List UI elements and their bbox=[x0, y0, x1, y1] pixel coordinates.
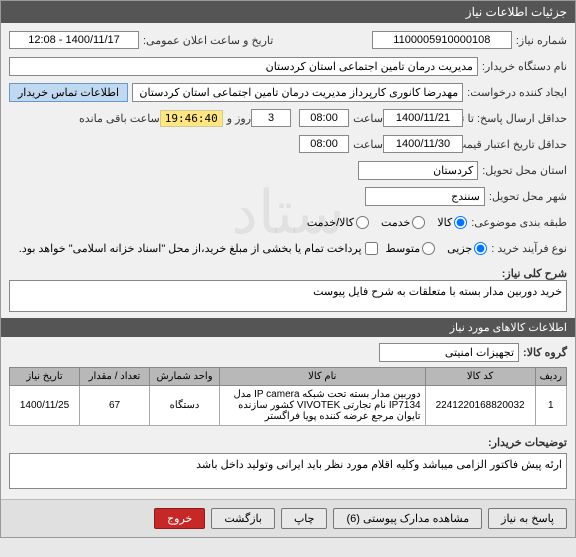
cell-qty: 67 bbox=[80, 386, 150, 426]
classify-radio-group: کالا خدمت کالا/خدمت bbox=[307, 216, 467, 229]
exit-button[interactable]: خروج bbox=[154, 508, 205, 529]
table-header-row: ردیف کد کالا نام کالا واحد شمارش تعداد /… bbox=[10, 368, 567, 386]
desc-text: خرید دوربین مدار بسته با متعلقات به شرح … bbox=[9, 280, 567, 312]
payment-checkbox-input[interactable] bbox=[365, 242, 378, 255]
col-date: تاریخ نیاز bbox=[10, 368, 80, 386]
deadline-date-field: 1400/11/21 bbox=[383, 109, 463, 127]
need-number-label: شماره نیاز: bbox=[516, 34, 567, 47]
contact-buyer-button[interactable]: اطلاعات تماس خریدار bbox=[9, 83, 128, 102]
col-unit: واحد شمارش bbox=[150, 368, 220, 386]
remaining-label: ساعت باقی مانده bbox=[79, 112, 160, 125]
requester-label: ایجاد کننده درخواست: bbox=[467, 86, 567, 99]
buyer-label: نام دستگاه خریدار: bbox=[482, 60, 567, 73]
col-row: ردیف bbox=[535, 368, 566, 386]
validity-date-field: 1400/11/30 bbox=[383, 135, 463, 153]
window: جزئیات اطلاعات نیاز ستاد شماره نیاز: 110… bbox=[0, 0, 576, 538]
radio-goods-input[interactable] bbox=[454, 216, 467, 229]
col-code: کد کالا bbox=[425, 368, 535, 386]
radio-both[interactable]: کالا/خدمت bbox=[307, 216, 369, 229]
items-section-title: اطلاعات کالاهای مورد نیاز bbox=[1, 318, 575, 337]
back-button[interactable]: بازگشت bbox=[211, 508, 275, 529]
deadline-time-field: 08:00 bbox=[299, 109, 349, 127]
announce-label: تاریخ و ساعت اعلان عمومی: bbox=[143, 34, 273, 47]
city-field: سنندج bbox=[365, 187, 485, 206]
cell-date: 1400/11/25 bbox=[10, 386, 80, 426]
desc-label: شرح کلی نیاز: bbox=[502, 267, 567, 280]
cell-unit: دستگاه bbox=[150, 386, 220, 426]
radio-service-input[interactable] bbox=[412, 216, 425, 229]
province-label: استان محل تحویل: bbox=[482, 164, 567, 177]
payment-note: پرداخت تمام یا بخشی از مبلغ خرید،از محل … bbox=[19, 242, 362, 255]
footer-buttons: پاسخ به نیاز مشاهده مدارک پیوستی (6) چاپ… bbox=[1, 499, 575, 537]
content-area: ستاد شماره نیاز: 1100005910000108 تاریخ … bbox=[1, 23, 575, 499]
days-left-field: 3 bbox=[251, 109, 291, 127]
radio-goods[interactable]: کالا bbox=[437, 216, 467, 229]
col-qty: تعداد / مقدار bbox=[80, 368, 150, 386]
cell-name: دوربین مدار بسته تحت شبکه IP camera مدل … bbox=[220, 386, 426, 426]
requester-field: مهدرضا کانوری کارپرداز مدیریت درمان تامی… bbox=[132, 83, 463, 102]
radio-both-input[interactable] bbox=[356, 216, 369, 229]
payment-checkbox[interactable]: پرداخت تمام یا بخشی از مبلغ خرید،از محل … bbox=[19, 242, 378, 255]
province-field: کردستان bbox=[358, 161, 478, 180]
validity-time-field: 08:00 bbox=[299, 135, 349, 153]
group-field: تجهیزات امنیتی bbox=[379, 343, 519, 362]
group-label: گروه کالا: bbox=[523, 346, 567, 359]
classify-label: طبقه بندی موضوعی: bbox=[471, 216, 567, 229]
cell-code: 2241220168820032 bbox=[425, 386, 535, 426]
announce-field: 1400/11/17 - 12:08 bbox=[9, 31, 139, 49]
time-label-2: ساعت bbox=[353, 138, 383, 151]
radio-mid-input[interactable] bbox=[422, 242, 435, 255]
buyer-field: مدیریت درمان تامین اجتماعی استان کردستان bbox=[9, 57, 478, 76]
reply-button[interactable]: پاسخ به نیاز bbox=[488, 508, 567, 529]
radio-service[interactable]: خدمت bbox=[381, 216, 425, 229]
notes-label: توضیحات خریدار: bbox=[488, 432, 567, 449]
time-label-1: ساعت bbox=[353, 112, 383, 125]
validity-label: حداقل تاریخ اعتبار قیمت: تا تاریخ: bbox=[467, 138, 567, 151]
deadline-label: حداقل ارسال پاسخ: تا تاریخ: bbox=[467, 112, 567, 125]
city-label: شهر محل تحویل: bbox=[489, 190, 567, 203]
need-number-field: 1100005910000108 bbox=[372, 31, 512, 49]
col-name: نام کالا bbox=[220, 368, 426, 386]
radio-mid[interactable]: متوسط bbox=[386, 242, 436, 255]
radio-low[interactable]: جزیی bbox=[447, 242, 487, 255]
table-row: 1 2241220168820032 دوربین مدار بسته تحت … bbox=[10, 386, 567, 426]
radio-low-input[interactable] bbox=[474, 242, 487, 255]
print-button[interactable]: چاپ bbox=[281, 508, 328, 529]
process-label: نوع فرآیند خرید : bbox=[491, 242, 567, 255]
days-unit-label: روز و bbox=[227, 112, 251, 125]
countdown-timer: 19:46:40 bbox=[160, 110, 223, 127]
items-table: ردیف کد کالا نام کالا واحد شمارش تعداد /… bbox=[9, 367, 567, 426]
attachments-button[interactable]: مشاهده مدارک پیوستی (6) bbox=[333, 508, 482, 529]
cell-idx: 1 bbox=[535, 386, 566, 426]
process-radio-group: جزیی متوسط bbox=[386, 242, 488, 255]
window-title: جزئیات اطلاعات نیاز bbox=[1, 1, 575, 23]
notes-text: ارئه پیش فاکتور الزامی میباشد وکلیه اقلا… bbox=[9, 453, 567, 489]
